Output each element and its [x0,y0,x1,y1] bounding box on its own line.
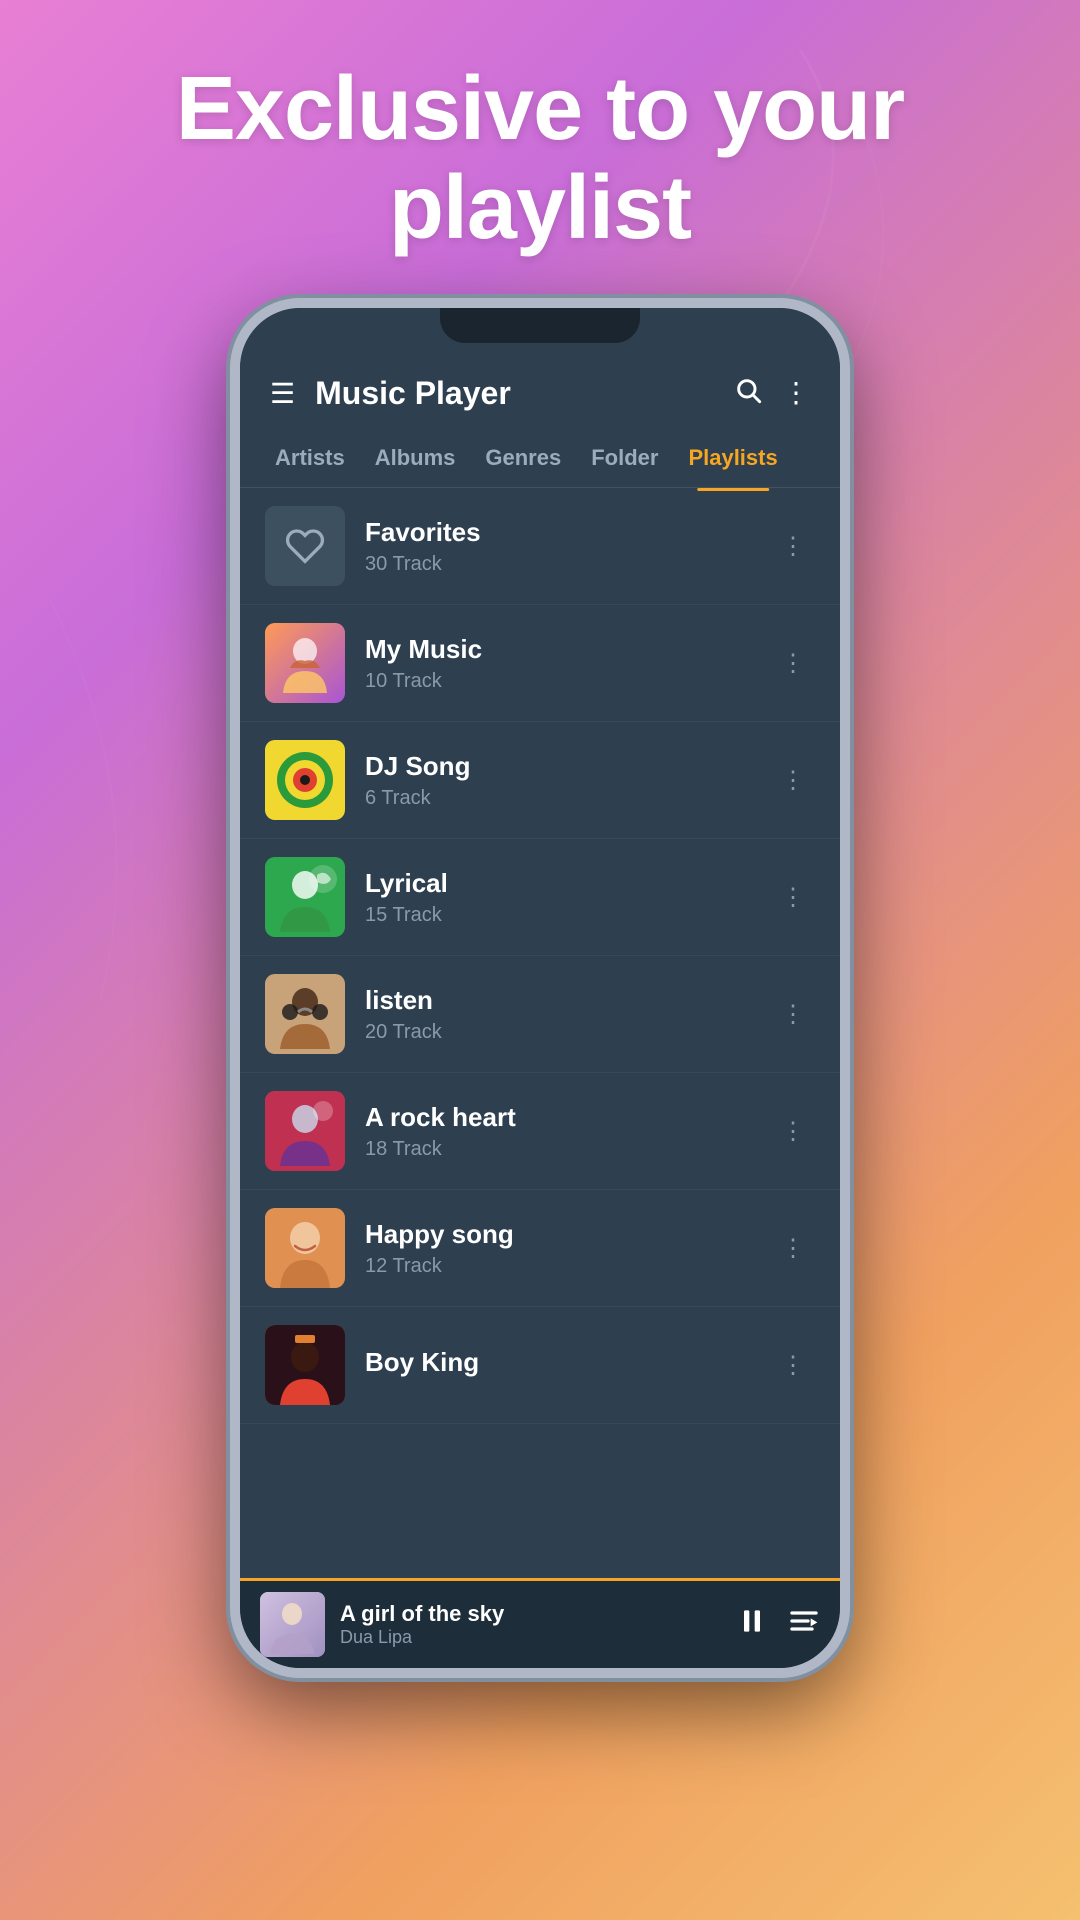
playlist-info: listen 20 Track [365,985,771,1044]
playlist-info: A rock heart 18 Track [365,1102,771,1161]
playlist-tracks: 20 Track [365,1021,771,1044]
playlist-tracks: 6 Track [365,787,771,810]
queue-button[interactable] [788,1605,820,1644]
list-item[interactable]: listen 20 Track ⋮ [240,956,840,1073]
playlist-thumb [265,857,345,937]
more-menu-icon[interactable]: ⋮ [771,1107,815,1156]
list-item[interactable]: Favorites 30 Track ⋮ [240,488,840,605]
list-item[interactable]: A rock heart 18 Track ⋮ [240,1073,840,1190]
np-controls [736,1605,820,1644]
playlist-name: A rock heart [365,1102,771,1133]
tab-artists[interactable]: Artists [260,435,360,481]
playlist-tracks: 15 Track [365,904,771,927]
np-info: A girl of the sky Dua Lipa [340,1601,736,1648]
playlist-tracks: 10 Track [365,670,771,693]
more-menu-icon[interactable]: ⋮ [771,1341,815,1390]
tab-playlists[interactable]: Playlists [673,435,792,481]
playlist-thumb [265,974,345,1054]
playlist-name: DJ Song [365,751,771,782]
playlist-name: Boy King [365,1347,771,1378]
more-menu-icon[interactable]: ⋮ [771,522,815,571]
playlist-info: My Music 10 Track [365,634,771,693]
more-menu-icon[interactable]: ⋮ [771,873,815,922]
playlist-info: Lyrical 15 Track [365,868,771,927]
playlist-thumb [265,740,345,820]
playlist-thumb [265,506,345,586]
more-options-icon[interactable]: ⋮ [782,376,810,411]
hamburger-icon[interactable]: ☰ [270,377,295,410]
pause-button[interactable] [736,1605,768,1644]
playlist-thumb [265,1091,345,1171]
top-icons: ⋮ [734,376,810,411]
playlist-name: Lyrical [365,868,771,899]
playlist-info: Happy song 12 Track [365,1219,771,1278]
tab-albums[interactable]: Albums [360,435,471,481]
app-title: Music Player [315,375,734,412]
playlist-info: Favorites 30 Track [365,517,771,576]
playlist-name: My Music [365,634,771,665]
tab-genres[interactable]: Genres [470,435,576,481]
phone-wrapper: ☰ Music Player ⋮ Artists Albums Genres [230,298,850,1698]
playlist-tracks: 18 Track [365,1138,771,1161]
more-menu-icon[interactable]: ⋮ [771,1224,815,1273]
now-playing-bar[interactable]: A girl of the sky Dua Lipa [240,1578,840,1668]
list-item[interactable]: Happy song 12 Track ⋮ [240,1190,840,1307]
playlist-tracks: 30 Track [365,553,771,576]
phone-screen: ☰ Music Player ⋮ Artists Albums Genres [240,308,840,1668]
playlist-thumb [265,1325,345,1405]
playlist-name: Favorites [365,517,771,548]
playlist-container: Favorites 30 Track ⋮ [240,488,840,1578]
list-item[interactable]: Boy King ⋮ [240,1307,840,1424]
np-artist: Dua Lipa [340,1627,736,1648]
playlist-name: listen [365,985,771,1016]
playlist-info: Boy King [365,1347,771,1383]
list-item[interactable]: Lyrical 15 Track ⋮ [240,839,840,956]
playlist-tracks: 12 Track [365,1255,771,1278]
playlist-thumb [265,1208,345,1288]
top-bar: ☰ Music Player ⋮ [240,358,840,428]
np-title: A girl of the sky [340,1601,736,1627]
playlist-info: DJ Song 6 Track [365,751,771,810]
more-menu-icon[interactable]: ⋮ [771,990,815,1039]
notch [440,308,640,343]
playlist-thumb [265,623,345,703]
more-menu-icon[interactable]: ⋮ [771,756,815,805]
search-icon[interactable] [734,376,762,411]
nav-tabs: Artists Albums Genres Folder Playlists [240,428,840,488]
phone-frame: ☰ Music Player ⋮ Artists Albums Genres [230,298,850,1678]
list-item[interactable]: DJ Song 6 Track ⋮ [240,722,840,839]
header-text: Exclusive to your playlist [0,0,1080,298]
np-thumb [260,1592,325,1657]
playlist-name: Happy song [365,1219,771,1250]
tab-folder[interactable]: Folder [576,435,673,481]
more-menu-icon[interactable]: ⋮ [771,639,815,688]
list-item[interactable]: My Music 10 Track ⋮ [240,605,840,722]
